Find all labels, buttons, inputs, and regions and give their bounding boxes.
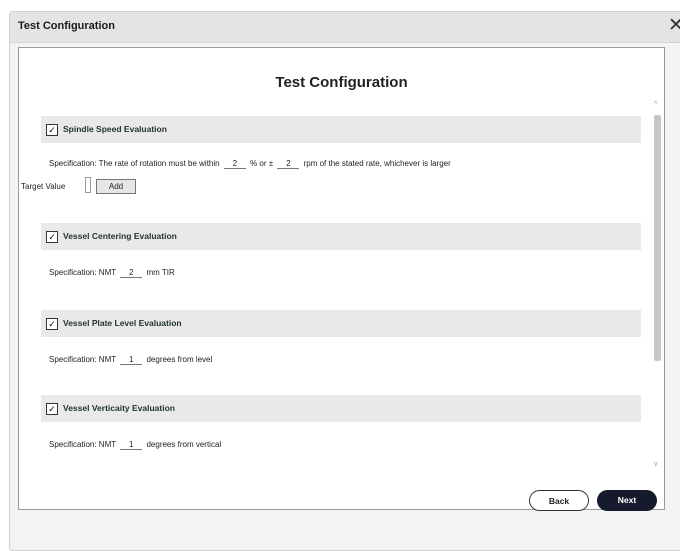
add-button[interactable]: Add [96, 179, 136, 194]
section-spindle-speed: ✓ Spindle Speed Evaluation [41, 116, 641, 143]
spec-suffix: mm TIR [146, 268, 175, 277]
spec-suffix: rpm of the stated rate, whichever is lar… [303, 159, 451, 168]
spec-prefix: Specification: NMT [49, 268, 116, 277]
panel-title: Test Configuration [275, 74, 408, 91]
dialog-titlebar: Test Configuration ✕ [10, 12, 680, 43]
section-label: Vessel Centering Evaluation [63, 231, 177, 241]
spec-prefix: Specification: NMT [49, 355, 116, 364]
spec-prefix: Specification: NMT [49, 440, 116, 449]
section-vessel-plate-level: ✓ Vessel Plate Level Evaluation [41, 310, 641, 337]
section-vessel-verticality: ✓ Vessel Verticaity Evaluation [41, 395, 641, 422]
scroll-up-icon[interactable]: ^ [654, 101, 657, 108]
spindle-rpm-input[interactable]: 2 [277, 159, 300, 169]
spec-suffix: degrees from level [146, 355, 213, 364]
section-label: Spindle Speed Evaluation [63, 124, 167, 134]
section-vessel-centering: ✓ Vessel Centering Evaluation [41, 223, 641, 250]
dialog-title: Test Configuration [18, 20, 115, 32]
target-value-label: Target Value [21, 182, 66, 191]
spec-mid: % or ± [250, 159, 274, 168]
vessel-verticality-spec: Specification: NMT 1 degrees from vertic… [49, 440, 221, 450]
spindle-percent-input[interactable]: 2 [223, 159, 246, 169]
spec-prefix: Specification: The rate of rotation must… [49, 159, 220, 168]
scroll-thumb[interactable] [654, 115, 661, 361]
section-label: Vessel Verticaity Evaluation [63, 403, 175, 413]
centering-value-input[interactable]: 2 [120, 268, 143, 278]
close-icon[interactable]: ✕ [668, 15, 680, 37]
scroll-down-icon[interactable]: v [654, 461, 658, 468]
spindle-speed-checkbox[interactable]: ✓ [46, 124, 58, 136]
section-label: Vessel Plate Level Evaluation [63, 318, 182, 328]
vessel-centering-spec: Specification: NMT 2 mm TIR [49, 268, 175, 278]
vessel-plate-level-spec: Specification: NMT 1 degrees from level [49, 355, 212, 365]
vessel-centering-checkbox[interactable]: ✓ [46, 231, 58, 243]
back-button[interactable]: Back [529, 490, 589, 511]
target-value-input[interactable] [85, 177, 91, 193]
spindle-speed-spec: Specification: The rate of rotation must… [49, 159, 451, 169]
next-button[interactable]: Next [597, 490, 657, 511]
plate-level-value-input[interactable]: 1 [120, 355, 143, 365]
vessel-verticality-checkbox[interactable]: ✓ [46, 403, 58, 415]
configuration-panel: Test Configuration ✓ Spindle Speed Evalu… [18, 47, 665, 511]
verticality-value-input[interactable]: 1 [120, 440, 143, 450]
spec-suffix: degrees from vertical [146, 440, 222, 449]
vessel-plate-level-checkbox[interactable]: ✓ [46, 318, 58, 330]
vertical-scrollbar[interactable]: ^ v [652, 101, 664, 473]
